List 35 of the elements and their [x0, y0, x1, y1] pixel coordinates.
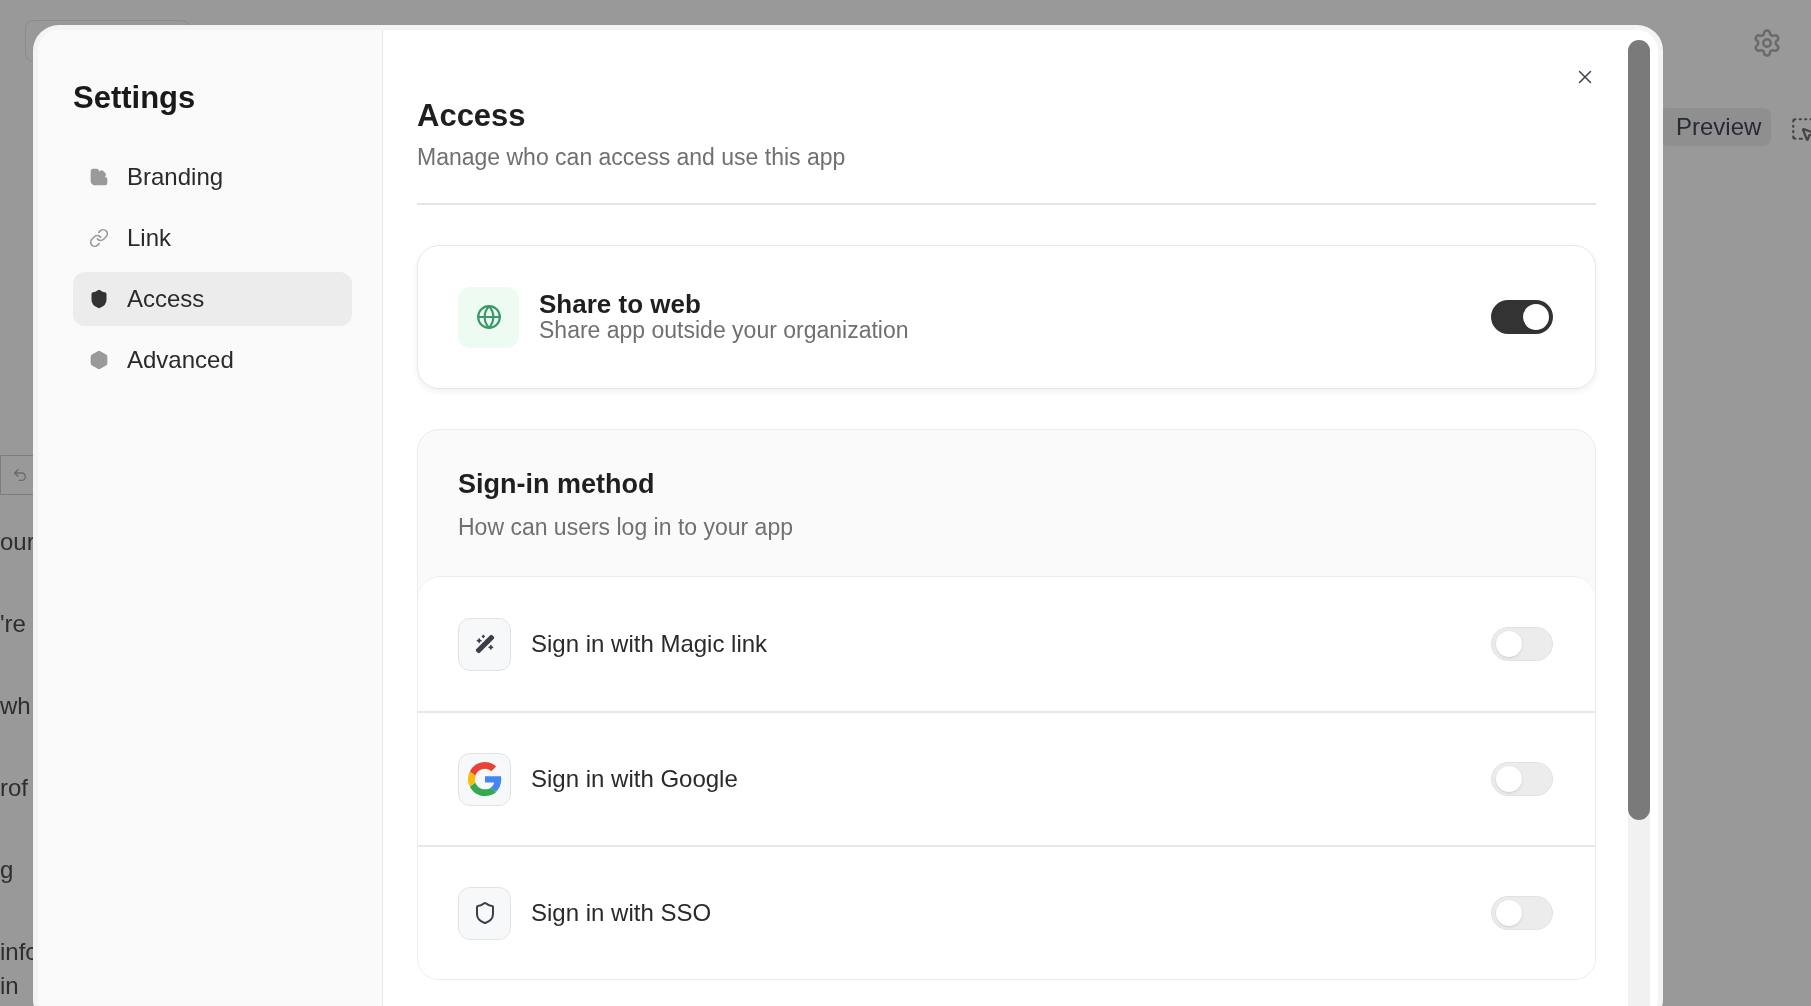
section-title: Access: [417, 98, 527, 134]
globe-icon: [475, 304, 502, 330]
section-subtitle: Manage who can access and use this app: [417, 143, 847, 172]
toggle-switch[interactable]: [1491, 762, 1553, 796]
hexagon-icon: [89, 350, 109, 370]
background-text: wh: [0, 694, 32, 718]
google-icon: [467, 762, 502, 796]
sidebar-item[interactable]: Advanced: [73, 333, 352, 387]
toggle-switch[interactable]: [1491, 896, 1553, 930]
background-text: 're: [0, 612, 27, 636]
share-subtitle: Share app outside your organization: [539, 317, 910, 343]
sidebar-item[interactable]: Link: [73, 211, 352, 265]
settings-icon[interactable]: [1752, 28, 1782, 58]
wand-icon: [474, 634, 495, 654]
scrollbar[interactable]: [1628, 40, 1650, 1006]
undo-icon: [12, 467, 28, 483]
sign-in-subtitle: How can users log in to your app: [458, 513, 794, 542]
background-text: our: [0, 530, 36, 554]
background-text: g: [0, 858, 15, 882]
sign-in-title: Sign-in method: [458, 468, 656, 500]
sidebar-item[interactable]: Access: [73, 272, 352, 326]
link-icon: [89, 228, 109, 248]
share-title: Share to web: [539, 291, 702, 317]
sidebar-item[interactable]: Branding: [73, 150, 352, 204]
method-label: Sign in with Magic link: [531, 629, 769, 659]
dialog-title: Settings: [73, 79, 197, 117]
toggle-switch[interactable]: [1491, 300, 1553, 334]
background-text: in: [0, 974, 20, 998]
toggle-switch[interactable]: [1491, 627, 1553, 661]
method-label: Sign in with SSO: [531, 898, 713, 928]
shield-icon: [89, 289, 109, 309]
background-text: rof: [0, 776, 29, 800]
method-label: Sign in with Google: [531, 764, 739, 794]
preview-button[interactable]: Preview: [1660, 108, 1772, 146]
select-tool-icon[interactable]: [1790, 116, 1811, 142]
